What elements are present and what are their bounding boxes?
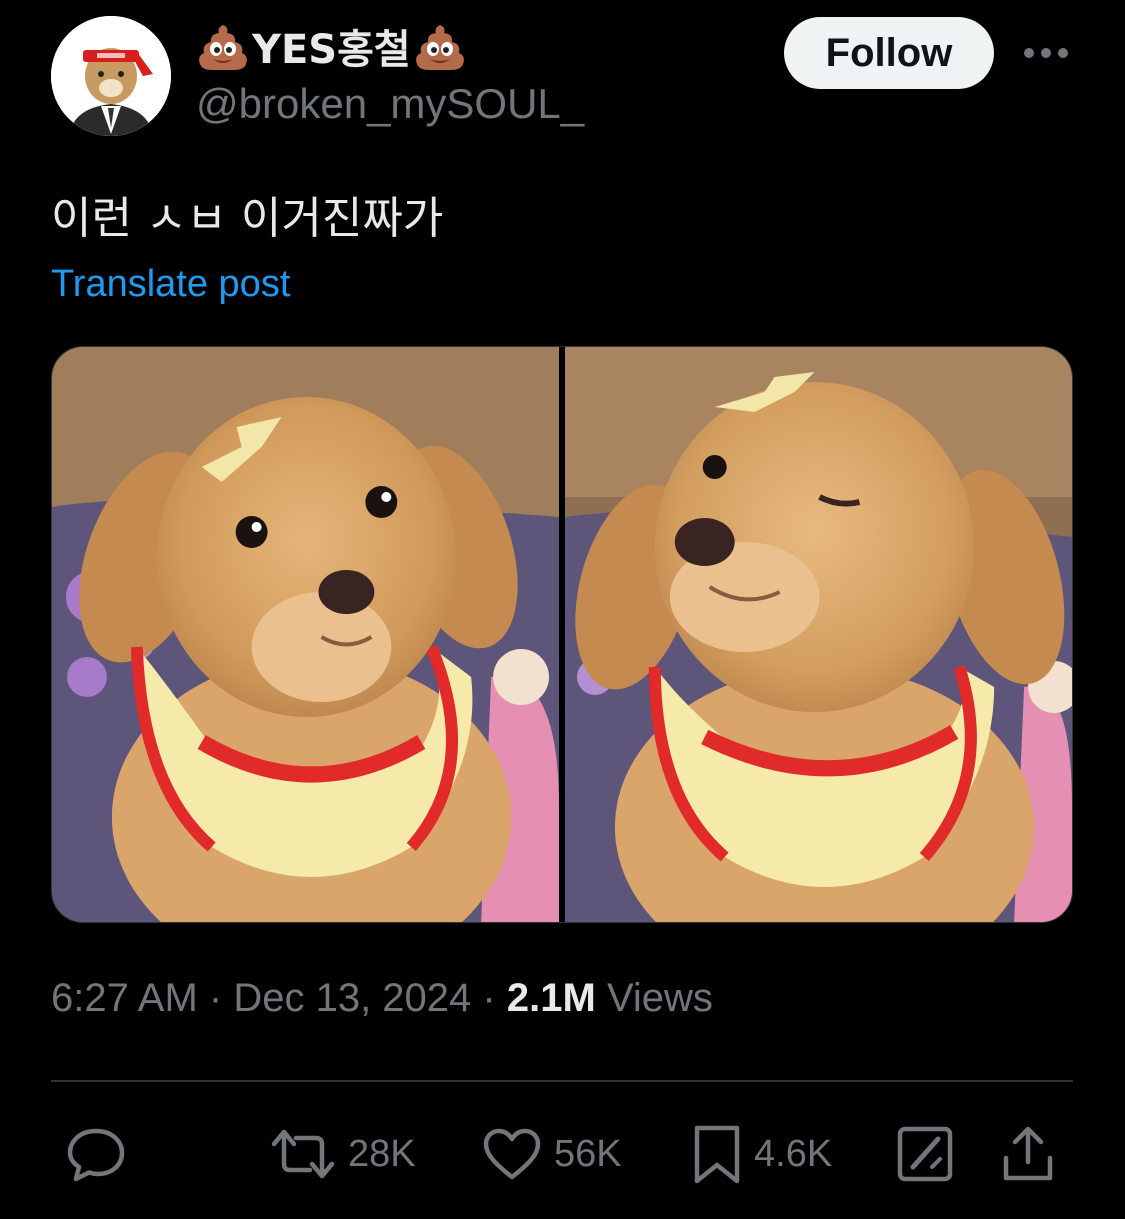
- divider: [51, 1080, 1073, 1082]
- more-options-icon[interactable]: [1020, 36, 1072, 70]
- reply-icon: [66, 1126, 126, 1182]
- bookmark-count: 4.6K: [754, 1132, 833, 1175]
- grok-icon: [896, 1125, 954, 1183]
- bookmark-icon: [692, 1123, 742, 1185]
- share-icon: [1000, 1124, 1056, 1184]
- bookmark-button[interactable]: 4.6K: [692, 1122, 832, 1186]
- post-text: 이런 ㅅㅂ 이거진짜가: [51, 193, 444, 244]
- pile-of-poo-icon: [413, 19, 467, 73]
- like-button[interactable]: 56K: [482, 1122, 622, 1186]
- follow-button[interactable]: Follow: [784, 17, 994, 89]
- share-button[interactable]: [1000, 1122, 1056, 1186]
- repost-button[interactable]: 28K: [270, 1122, 416, 1186]
- translate-post-link[interactable]: Translate post: [51, 263, 290, 306]
- grok-button[interactable]: [896, 1122, 954, 1186]
- user-handle[interactable]: @broken_mySOUL_: [196, 80, 584, 128]
- display-name[interactable]: YES홍철: [196, 18, 467, 74]
- display-name-text: YES홍철: [252, 27, 411, 73]
- post-meta: 6:27 AM · Dec 13, 2024 · 2.1M Views: [51, 976, 713, 1021]
- post-date[interactable]: Dec 13, 2024: [233, 976, 471, 1020]
- like-count: 56K: [554, 1132, 622, 1175]
- avatar[interactable]: [51, 16, 171, 136]
- pile-of-poo-icon: [196, 19, 250, 73]
- heart-icon: [482, 1127, 542, 1181]
- repost-icon: [270, 1126, 336, 1182]
- puppy-winking-photo[interactable]: [565, 347, 1072, 922]
- repost-count: 28K: [348, 1132, 416, 1175]
- meta-separator: ·: [482, 976, 496, 1020]
- views-count: 2.1M: [506, 976, 596, 1020]
- views-label: Views: [606, 976, 713, 1020]
- post-time[interactable]: 6:27 AM: [51, 976, 198, 1020]
- reply-button[interactable]: [66, 1122, 126, 1186]
- media-grid: [51, 346, 1073, 923]
- meta-separator: ·: [208, 976, 223, 1020]
- puppy-looking-up-photo[interactable]: [52, 347, 559, 922]
